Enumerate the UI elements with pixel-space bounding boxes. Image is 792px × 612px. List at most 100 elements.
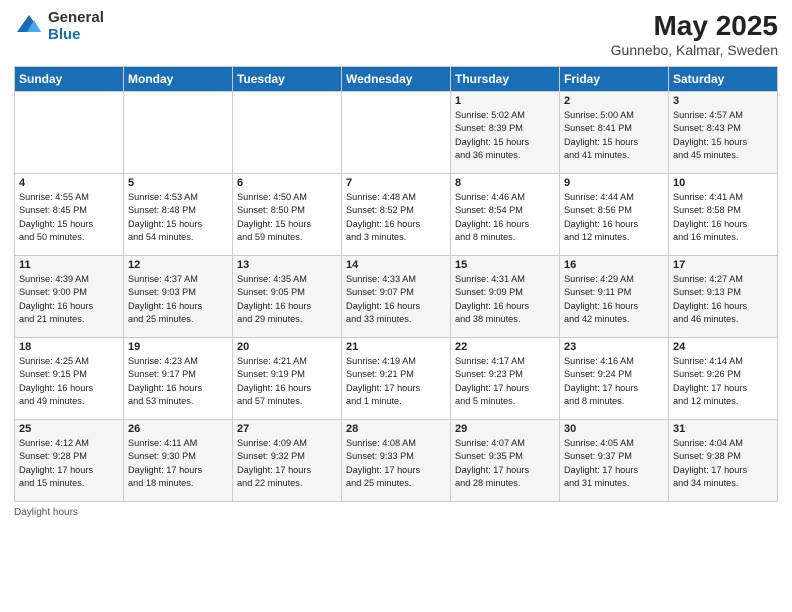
header: General Blue May 2025 Gunnebo, Kalmar, S… [14,10,778,58]
day-info: Sunrise: 4:57 AMSunset: 8:43 PMDaylight:… [673,109,773,162]
day-info: Sunrise: 4:55 AMSunset: 8:45 PMDaylight:… [19,191,119,244]
day-info: Sunrise: 5:02 AMSunset: 8:39 PMDaylight:… [455,109,555,162]
day-cell [233,92,342,174]
day-info: Sunrise: 4:04 AMSunset: 9:38 PMDaylight:… [673,437,773,490]
calendar-header: SundayMondayTuesdayWednesdayThursdayFrid… [15,67,778,92]
day-info: Sunrise: 4:48 AMSunset: 8:52 PMDaylight:… [346,191,446,244]
day-cell: 7Sunrise: 4:48 AMSunset: 8:52 PMDaylight… [342,174,451,256]
day-cell [342,92,451,174]
col-header-saturday: Saturday [669,67,778,92]
day-info: Sunrise: 4:16 AMSunset: 9:24 PMDaylight:… [564,355,664,408]
day-number: 29 [455,423,555,435]
day-cell: 30 Sunrise: 4:05 AMSunset: 9:37 PMDayligh… [560,420,669,502]
title-block: May 2025 Gunnebo, Kalmar, Sweden [611,10,778,58]
col-header-friday: Friday [560,67,669,92]
day-number: 2 [564,95,664,107]
footer: Daylight hours [14,507,778,518]
day-number: 4 [19,177,119,189]
col-header-tuesday: Tuesday [233,67,342,92]
day-info: Sunrise: 4:46 AMSunset: 8:54 PMDaylight:… [455,191,555,244]
day-number: 24 [673,341,773,353]
col-header-sunday: Sunday [15,67,124,92]
day-number: 30 [564,423,664,435]
day-cell: 10 Sunrise: 4:41 AMSunset: 8:58 PMDayligh… [669,174,778,256]
day-cell [124,92,233,174]
day-cell: 29 Sunrise: 4:07 AMSunset: 9:35 PMDayligh… [451,420,560,502]
day-info: Sunrise: 5:00 AMSunset: 8:41 PMDaylight:… [564,109,664,162]
day-info: Sunrise: 4:17 AMSunset: 9:23 PMDaylight:… [455,355,555,408]
day-number: 8 [455,177,555,189]
day-number: 17 [673,259,773,271]
day-cell: 1 Sunrise: 5:02 AMSunset: 8:39 PMDaylight… [451,92,560,174]
day-number: 15 [455,259,555,271]
day-number: 9 [564,177,664,189]
day-info: Sunrise: 4:41 AMSunset: 8:58 PMDaylight:… [673,191,773,244]
day-info: Sunrise: 4:27 AMSunset: 9:13 PMDaylight:… [673,273,773,326]
day-number: 19 [128,341,228,353]
daylight-label: Daylight hours [14,507,78,518]
day-number: 18 [19,341,119,353]
day-cell: 22 Sunrise: 4:17 AMSunset: 9:23 PMDayligh… [451,338,560,420]
day-info: Sunrise: 4:07 AMSunset: 9:35 PMDaylight:… [455,437,555,490]
page: General Blue May 2025 Gunnebo, Kalmar, S… [0,0,792,612]
day-number: 12 [128,259,228,271]
day-cell: 19Sunrise: 4:23 AMSunset: 9:17 PMDayligh… [124,338,233,420]
day-cell: 17 Sunrise: 4:27 AMSunset: 9:13 PMDayligh… [669,256,778,338]
logo-text: General Blue [48,10,104,43]
day-cell: 11 Sunrise: 4:39 AMSunset: 9:00 PMDayligh… [15,256,124,338]
day-number: 3 [673,95,773,107]
day-info: Sunrise: 4:05 AMSunset: 9:37 PMDaylight:… [564,437,664,490]
day-number: 21 [346,341,446,353]
col-header-thursday: Thursday [451,67,560,92]
day-number: 10 [673,177,773,189]
day-cell: 15 Sunrise: 4:31 AMSunset: 9:09 PMDayligh… [451,256,560,338]
day-cell: 20 Sunrise: 4:21 AMSunset: 9:19 PMDayligh… [233,338,342,420]
week-row-2: 4 Sunrise: 4:55 AMSunset: 8:45 PMDaylight… [15,174,778,256]
day-info: Sunrise: 4:39 AMSunset: 9:00 PMDaylight:… [19,273,119,326]
calendar-table: SundayMondayTuesdayWednesdayThursdayFrid… [14,66,778,502]
day-number: 16 [564,259,664,271]
logo: General Blue [14,10,104,43]
subtitle: Gunnebo, Kalmar, Sweden [611,42,778,58]
day-number: 26 [128,423,228,435]
day-info: Sunrise: 4:31 AMSunset: 9:09 PMDaylight:… [455,273,555,326]
day-number: 11 [19,259,119,271]
day-cell: 14Sunrise: 4:33 AMSunset: 9:07 PMDayligh… [342,256,451,338]
main-title: May 2025 [611,10,778,42]
week-row-3: 11 Sunrise: 4:39 AMSunset: 9:00 PMDayligh… [15,256,778,338]
day-info: Sunrise: 4:09 AMSunset: 9:32 PMDaylight:… [237,437,337,490]
day-info: Sunrise: 4:19 AMSunset: 9:21 PMDaylight:… [346,355,446,408]
day-cell: 31Sunrise: 4:04 AMSunset: 9:38 PMDayligh… [669,420,778,502]
day-info: Sunrise: 4:29 AMSunset: 9:11 PMDaylight:… [564,273,664,326]
day-number: 1 [455,95,555,107]
day-number: 28 [346,423,446,435]
calendar-body: 1 Sunrise: 5:02 AMSunset: 8:39 PMDaylight… [15,92,778,502]
day-cell: 26Sunrise: 4:11 AMSunset: 9:30 PMDayligh… [124,420,233,502]
header-row: SundayMondayTuesdayWednesdayThursdayFrid… [15,67,778,92]
day-cell: 21 Sunrise: 4:19 AMSunset: 9:21 PMDayligh… [342,338,451,420]
day-number: 20 [237,341,337,353]
day-cell: 9Sunrise: 4:44 AMSunset: 8:56 PMDaylight… [560,174,669,256]
day-cell: 23 Sunrise: 4:16 AMSunset: 9:24 PMDayligh… [560,338,669,420]
day-cell: 24 Sunrise: 4:14 AMSunset: 9:26 PMDayligh… [669,338,778,420]
week-row-4: 18Sunrise: 4:25 AMSunset: 9:15 PMDayligh… [15,338,778,420]
day-cell: 27Sunrise: 4:09 AMSunset: 9:32 PMDayligh… [233,420,342,502]
day-number: 6 [237,177,337,189]
day-cell: 3 Sunrise: 4:57 AMSunset: 8:43 PMDaylight… [669,92,778,174]
day-info: Sunrise: 4:53 AMSunset: 8:48 PMDaylight:… [128,191,228,244]
day-info: Sunrise: 4:35 AMSunset: 9:05 PMDaylight:… [237,273,337,326]
day-cell: 28Sunrise: 4:08 AMSunset: 9:33 PMDayligh… [342,420,451,502]
day-cell: 4 Sunrise: 4:55 AMSunset: 8:45 PMDaylight… [15,174,124,256]
day-info: Sunrise: 4:37 AMSunset: 9:03 PMDaylight:… [128,273,228,326]
logo-icon [14,12,44,42]
day-info: Sunrise: 4:14 AMSunset: 9:26 PMDaylight:… [673,355,773,408]
logo-blue-text: Blue [48,27,104,44]
day-number: 23 [564,341,664,353]
day-info: Sunrise: 4:33 AMSunset: 9:07 PMDaylight:… [346,273,446,326]
day-number: 22 [455,341,555,353]
day-cell: 12 Sunrise: 4:37 AMSunset: 9:03 PMDayligh… [124,256,233,338]
col-header-wednesday: Wednesday [342,67,451,92]
day-number: 25 [19,423,119,435]
day-info: Sunrise: 4:21 AMSunset: 9:19 PMDaylight:… [237,355,337,408]
day-number: 13 [237,259,337,271]
